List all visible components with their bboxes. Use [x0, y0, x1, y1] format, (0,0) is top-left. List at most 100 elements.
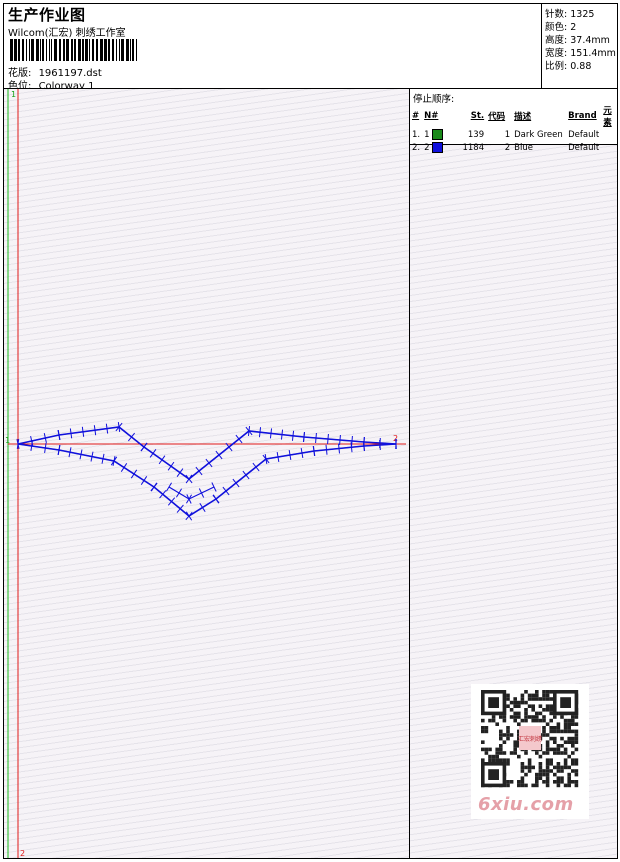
qr-module: [560, 715, 564, 719]
qr-module: [513, 715, 517, 719]
qr-module: [499, 744, 503, 748]
barcode-bar: [100, 39, 103, 61]
stitch-mark: [175, 488, 183, 498]
qr-module: [571, 769, 575, 773]
stat-colors: 颜色: 2: [545, 22, 577, 33]
qr-module: [531, 783, 535, 788]
qr-module: [567, 765, 571, 770]
qr-module: [574, 780, 579, 784]
qr-module: [481, 726, 485, 730]
barcode-bar: [18, 39, 20, 61]
qr-module: [549, 690, 553, 694]
qr-module: [538, 762, 543, 766]
qr-module: [535, 715, 539, 719]
barcode-bar: [54, 39, 57, 61]
qr-module: [524, 711, 528, 716]
stop-sequence-table: # N# St. 代码 描述 Brand 元素 1. 1 139 1 Dark …: [410, 104, 617, 154]
qr-module: [542, 751, 546, 755]
qr-module: [488, 758, 492, 762]
col-element: 元素: [603, 106, 612, 128]
qr-module: [571, 736, 575, 741]
qr-center-text: 汇宏刺绣: [518, 735, 542, 743]
barcode-bar: [51, 39, 52, 61]
barcode-bar: [40, 39, 41, 61]
qr-module: [545, 744, 550, 748]
qr-module: [491, 718, 496, 723]
stitch-paths: [16, 421, 397, 521]
qr-module: [560, 729, 564, 734]
stat-width: 宽度: 151.4mm: [545, 48, 616, 59]
qr-module: [524, 700, 528, 705]
stitch-mark: [167, 461, 175, 471]
qr-module: [495, 747, 499, 752]
qr-module: [509, 751, 514, 755]
stitch-mark: [120, 463, 128, 472]
qr-module: [527, 693, 532, 698]
qr-module: [502, 715, 507, 719]
qr-module: [545, 722, 550, 726]
barcode-bar: [66, 39, 69, 61]
table-row: 2. 2 1184 2 Blue Default: [412, 142, 600, 153]
qr-module: [538, 718, 543, 723]
qr-module: [538, 697, 543, 701]
qr-module: [517, 715, 521, 719]
barcode-bar: [132, 39, 134, 61]
marker-top: 1: [11, 90, 16, 99]
qr-module: [527, 765, 532, 770]
table-header-row: # N# St. 代码 描述 Brand 元素: [410, 104, 617, 128]
qr-module: [535, 780, 539, 784]
stitch-mark: [258, 427, 262, 438]
qr-module: [549, 747, 553, 752]
qr-module: [545, 697, 550, 701]
marker-start: 1: [5, 436, 10, 445]
qr-module: [549, 729, 553, 734]
barcode-bar: [121, 39, 124, 61]
qr-module: [542, 729, 546, 734]
qr-module: [560, 736, 564, 741]
qr-module: [574, 762, 579, 766]
qr-module: [520, 693, 525, 698]
qr-module: [560, 751, 564, 755]
barcode-bar: [31, 39, 34, 61]
qr-module: [520, 765, 525, 770]
stitch-mark: [198, 488, 205, 498]
barcode-bar: [126, 39, 129, 61]
barcode-bar: [42, 39, 44, 61]
barcode-bar: [119, 39, 120, 61]
stitch-mark: [149, 449, 157, 458]
qr-module: [574, 758, 579, 762]
qr-module: [517, 754, 521, 759]
qr-module: [531, 697, 535, 701]
stitch-mark: [269, 428, 273, 439]
qr-module: [506, 762, 510, 766]
qr-module: [520, 697, 525, 701]
qr-module: [556, 726, 561, 730]
qr-module: [527, 697, 532, 701]
qr-module: [484, 726, 489, 730]
qr-module: [542, 726, 546, 730]
qr-module: [560, 780, 564, 784]
qr-module: [556, 780, 561, 784]
qr-module: [517, 704, 521, 708]
qr-module: [527, 769, 532, 773]
qr-module: [571, 722, 575, 726]
stitch-mark: [363, 440, 365, 452]
stitch-mark: [140, 476, 148, 485]
stitch-mark: [313, 445, 315, 457]
col-needle: N#: [424, 111, 439, 121]
qr-module: [549, 769, 553, 773]
stitch-mark: [338, 443, 340, 454]
qr-module: [571, 758, 575, 762]
qr-module: [524, 715, 528, 719]
qr-module: [535, 776, 539, 780]
design-preview: 1 2 1 2: [4, 89, 410, 858]
qr-module: [549, 708, 553, 712]
stitch-mark: [93, 425, 97, 436]
qr-module: [495, 751, 499, 755]
qr-module: [481, 729, 485, 734]
stat-stitches: 针数: 1325: [545, 9, 595, 20]
qr-module: [556, 729, 561, 734]
qr-module: [542, 708, 546, 712]
color-swatch: [432, 129, 444, 140]
qr-module: [542, 693, 546, 698]
